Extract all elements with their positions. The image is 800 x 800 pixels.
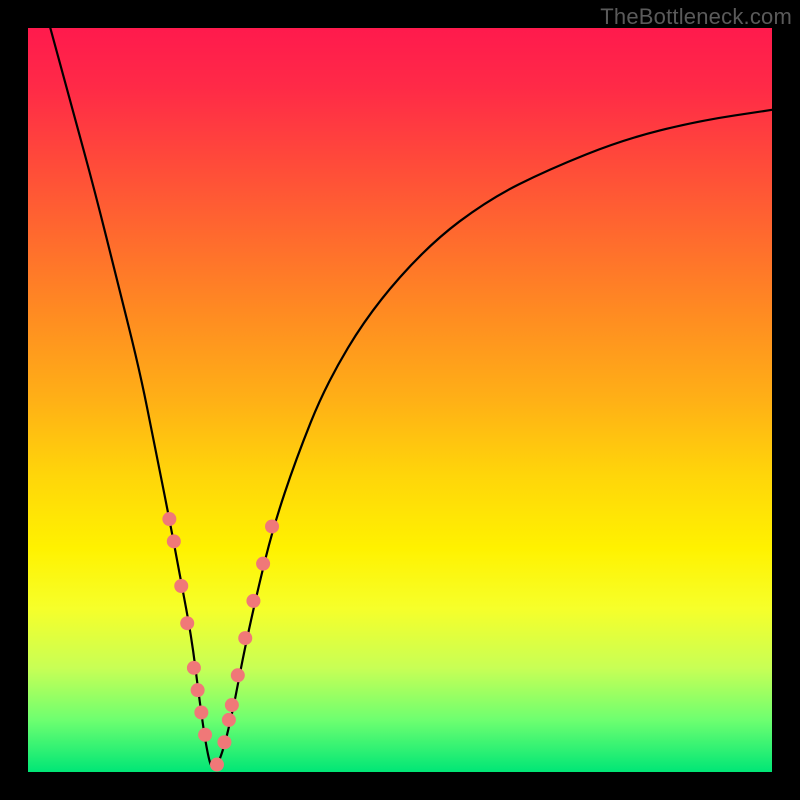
chart-svg	[28, 28, 772, 772]
highlight-dot	[222, 713, 236, 727]
plot-area	[28, 28, 772, 772]
highlight-dot	[246, 594, 260, 608]
highlight-dot	[194, 705, 208, 719]
highlight-dot	[198, 728, 212, 742]
highlight-dot	[225, 698, 239, 712]
highlight-dots-left	[162, 512, 212, 742]
bottleneck-curve	[50, 28, 772, 768]
highlight-dot	[265, 519, 279, 533]
highlight-dot	[174, 579, 188, 593]
watermark-text: TheBottleneck.com	[600, 4, 792, 30]
highlight-dot	[162, 512, 176, 526]
highlight-dot	[210, 758, 224, 772]
highlight-dot	[187, 661, 201, 675]
highlight-dot	[180, 616, 194, 630]
highlight-dot	[217, 735, 231, 749]
highlight-dot	[238, 631, 252, 645]
outer-frame: TheBottleneck.com	[0, 0, 800, 800]
highlight-dot	[191, 683, 205, 697]
highlight-dot	[256, 557, 270, 571]
highlight-dot	[167, 534, 181, 548]
highlight-dot	[231, 668, 245, 682]
